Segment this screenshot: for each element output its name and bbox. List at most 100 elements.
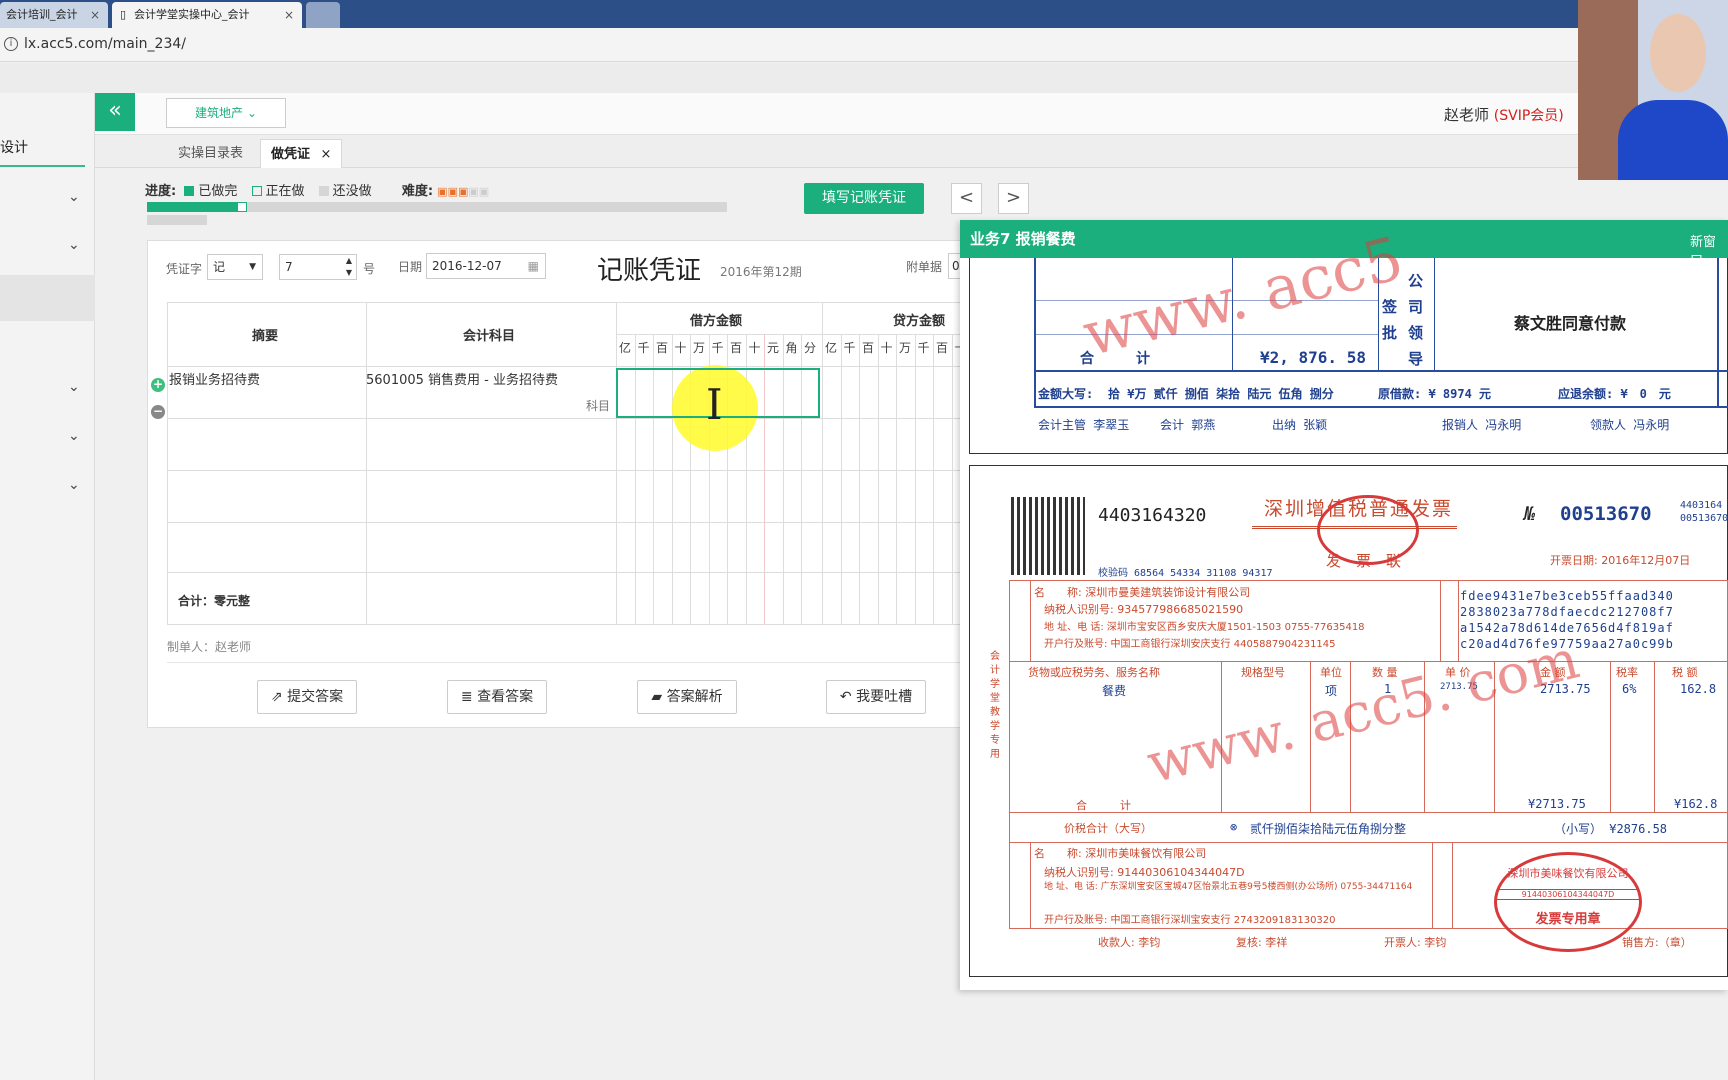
remove-row-icon[interactable]: − xyxy=(151,405,165,419)
chevron-down-icon[interactable]: ⌄ xyxy=(68,189,80,205)
progress-block[interactable] xyxy=(237,202,247,212)
progress-block[interactable] xyxy=(427,202,437,212)
progress-block[interactable] xyxy=(547,202,557,212)
row1-account-cell[interactable]: 5601005 销售费用 - 业务招待费 xyxy=(366,369,558,388)
calendar-icon[interactable]: ▦ xyxy=(528,254,539,278)
progress-block[interactable] xyxy=(327,202,337,212)
progress-block[interactable] xyxy=(397,202,407,212)
progress-block[interactable] xyxy=(457,202,467,212)
progress-block[interactable] xyxy=(247,202,257,212)
chevron-down-icon[interactable]: ⌄ xyxy=(68,428,80,444)
row1-summary-cell[interactable]: 报销业务招待费 xyxy=(169,369,260,388)
progress-block[interactable] xyxy=(467,202,477,212)
progress-block[interactable] xyxy=(187,215,197,225)
progress-block[interactable] xyxy=(377,202,387,212)
progress-block[interactable] xyxy=(657,202,667,212)
progress-block[interactable] xyxy=(177,202,187,212)
fill-voucher-button[interactable]: 填写记账凭证 xyxy=(804,183,924,214)
progress-block[interactable] xyxy=(557,202,567,212)
progress-block[interactable] xyxy=(667,202,677,212)
add-row-icon[interactable]: + xyxy=(151,378,165,392)
progress-block[interactable] xyxy=(637,202,647,212)
close-icon[interactable]: × xyxy=(284,2,294,28)
answer-analysis-button[interactable]: ▰ 答案解析 xyxy=(637,680,737,714)
progress-block[interactable] xyxy=(487,202,497,212)
progress-block[interactable] xyxy=(197,202,207,212)
progress-block[interactable] xyxy=(337,202,347,212)
view-answer-button[interactable]: ≣ 查看答案 xyxy=(447,680,547,714)
chevron-down-icon[interactable]: ⌄ xyxy=(68,477,80,493)
progress-block[interactable] xyxy=(567,202,577,212)
progress-block[interactable] xyxy=(277,202,287,212)
progress-block[interactable] xyxy=(387,202,397,212)
submit-answer-button[interactable]: ⇗ 提交答案 xyxy=(257,680,357,714)
progress-block[interactable] xyxy=(597,202,607,212)
browser-tab-2[interactable]: ▯ 会计学堂实操中心_会计 × xyxy=(112,2,302,28)
progress-block[interactable] xyxy=(177,215,187,225)
progress-block[interactable] xyxy=(357,202,367,212)
progress-block[interactable] xyxy=(647,202,657,212)
progress-block[interactable] xyxy=(497,202,507,212)
progress-block[interactable] xyxy=(697,202,707,212)
feedback-button[interactable]: ↶ 我要吐槽 xyxy=(826,680,926,714)
progress-block[interactable] xyxy=(187,202,197,212)
progress-block[interactable] xyxy=(147,215,157,225)
new-tab-button[interactable] xyxy=(306,2,340,28)
progress-block[interactable] xyxy=(167,215,177,225)
progress-block[interactable] xyxy=(527,202,537,212)
progress-block[interactable] xyxy=(147,202,157,212)
tab-catalog[interactable]: 实操目录表 xyxy=(168,139,253,168)
progress-block[interactable] xyxy=(587,202,597,212)
browser-tab-1[interactable]: 会计培训_会计 × xyxy=(0,2,108,28)
progress-block[interactable] xyxy=(507,202,517,212)
voucher-number-stepper[interactable]: 7 ▲ ▼ xyxy=(279,254,357,280)
progress-block[interactable] xyxy=(307,202,317,212)
industry-dropdown[interactable]: 建筑地产 ⌄ xyxy=(166,98,286,128)
stepper-down-icon[interactable]: ▼ xyxy=(346,261,352,285)
progress-block[interactable] xyxy=(437,202,447,212)
progress-block[interactable] xyxy=(157,215,167,225)
progress-block[interactable] xyxy=(417,202,427,212)
progress-block[interactable] xyxy=(407,202,417,212)
progress-block[interactable] xyxy=(687,202,697,212)
progress-block[interactable] xyxy=(617,202,627,212)
sidebar-item-selected[interactable] xyxy=(0,275,95,321)
progress-block[interactable] xyxy=(287,202,297,212)
progress-block[interactable] xyxy=(447,202,457,212)
next-button[interactable]: > xyxy=(998,183,1029,214)
progress-block[interactable] xyxy=(217,202,227,212)
progress-block[interactable] xyxy=(157,202,167,212)
progress-block[interactable] xyxy=(347,202,357,212)
progress-block[interactable] xyxy=(707,202,717,212)
close-icon[interactable]: × xyxy=(321,147,332,162)
progress-block[interactable] xyxy=(207,202,217,212)
progress-block[interactable] xyxy=(577,202,587,212)
voucher-word-select[interactable]: 记 ▼ xyxy=(207,254,263,280)
chevron-down-icon[interactable]: ⌄ xyxy=(68,379,80,395)
progress-block[interactable] xyxy=(607,202,617,212)
date-input[interactable]: 2016-12-07 ▦ xyxy=(426,253,546,279)
user-info[interactable]: 赵老师 (SVIP会员) xyxy=(1444,104,1564,125)
progress-block[interactable] xyxy=(257,202,267,212)
sidebar-title[interactable]: 设计 xyxy=(0,137,28,157)
progress-block[interactable] xyxy=(477,202,487,212)
progress-block[interactable] xyxy=(197,215,207,225)
progress-block[interactable] xyxy=(367,202,377,212)
progress-block[interactable] xyxy=(227,202,237,212)
info-icon[interactable]: i xyxy=(4,37,18,51)
chevron-down-icon[interactable]: ⌄ xyxy=(68,237,80,253)
close-icon[interactable]: × xyxy=(90,2,100,28)
progress-block[interactable] xyxy=(627,202,637,212)
progress-block[interactable] xyxy=(717,202,727,212)
prev-button[interactable]: < xyxy=(951,183,982,214)
progress-block[interactable] xyxy=(677,202,687,212)
progress-block[interactable] xyxy=(317,202,327,212)
progress-block[interactable] xyxy=(517,202,527,212)
progress-block[interactable] xyxy=(537,202,547,212)
progress-block[interactable] xyxy=(297,202,307,212)
progress-block[interactable] xyxy=(167,202,177,212)
collapse-sidebar-button[interactable]: « xyxy=(95,93,135,131)
address-bar[interactable]: i lx.acc5.com/main_234/ xyxy=(0,28,1728,62)
progress-block[interactable] xyxy=(267,202,277,212)
url-text[interactable]: lx.acc5.com/main_234/ xyxy=(24,36,186,52)
